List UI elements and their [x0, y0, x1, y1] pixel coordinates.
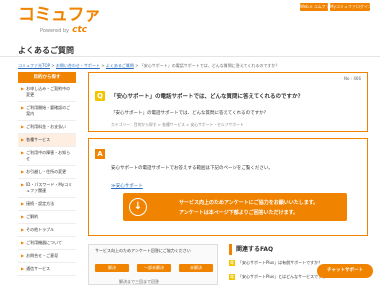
logo-ctc-text: ctc — [72, 25, 88, 35]
breadcrumb-current: 「安心サポート」の電話サポートでは、どんな質問に答えてくれるのですか？ — [139, 63, 280, 68]
header-divider — [0, 56, 380, 57]
sidebar-item[interactable]: ▶ ID・パスワード・Myコミュファ関連 — [18, 179, 76, 198]
site-header: コミュファ Powered by ctc Web.e コムファ Myコミュファロ… — [0, 0, 380, 36]
chevron-right-icon: ▶ — [21, 201, 25, 206]
sidebar-item-label: ご解約 — [26, 214, 39, 219]
chevron-right-icon: ▶ — [21, 150, 25, 155]
sidebar-item-label: 通信サービス — [26, 266, 51, 271]
logo-ctc: Powered by ctc — [40, 25, 110, 36]
survey-solved-button[interactable]: 解決 — [95, 264, 129, 272]
anshin-support-link[interactable]: ≫安心サポート — [111, 183, 143, 189]
sidebar-item[interactable]: ▶ ご利用料金・お支払い — [18, 121, 76, 134]
sidebar-item[interactable]: ▶ ご利用機器について — [18, 237, 76, 250]
chevron-right-icon: ▶ — [21, 105, 25, 110]
chevron-right-icon: ▶ — [21, 240, 25, 245]
chevron-right-icon: ▶ — [21, 182, 25, 187]
sidebar-item-label: ご利用機器について — [26, 240, 62, 245]
survey-note: 解決まで三回まで回答 — [119, 279, 159, 284]
sidebar-item[interactable]: ▶ 接続・設定方法 — [18, 198, 76, 211]
sidebar-item[interactable]: ▶ ご利用開始・要確認のご案内 — [18, 102, 76, 121]
sidebar-item-label: ご利用開始・要確認のご案内 — [26, 105, 71, 116]
sidebar-item-label: 接続・設定方法 — [26, 201, 55, 206]
arrow-down-icon: ↓ — [129, 198, 147, 216]
answer-icon: A — [95, 149, 105, 159]
question-icon: Q — [95, 91, 105, 101]
sidebar-item-label: お引越し・住所の変更 — [26, 169, 67, 174]
chevron-right-icon: ▶ — [21, 169, 25, 174]
question-text: 「安心サポート」の電話サポートでは、どんな質問に答えてくれるのですか？ — [111, 111, 269, 116]
question-box: Q No : 466 「安心サポート」の電話サポートでは、どんな質問に答えてくれ… — [88, 72, 368, 132]
chat-support-button[interactable]: チャットサポート — [317, 264, 373, 278]
question-icon: Q — [229, 260, 235, 266]
sidebar-item[interactable]: ▶ その他トラブル — [18, 224, 76, 237]
sidebar-item[interactable]: ▶ お問合せ・ご意見 — [18, 250, 76, 263]
question-number: No : 466 — [344, 76, 361, 81]
chevron-right-icon: ▶ — [21, 214, 25, 219]
chevron-right-icon: ▶ — [21, 137, 25, 142]
sidebar-item-active[interactable]: ▶ 各種サービス — [18, 134, 76, 147]
answer-text: 安心サポートの電話サポートでお答えする範囲は下記のページをご覧ください。 — [111, 166, 273, 171]
question-title: 「安心サポート」の電話サポートでは、どんな質問に答えてくれるのですか？ — [111, 94, 304, 100]
sidebar-item-label: ID・パスワード・Myコミュファ関連 — [26, 182, 73, 193]
page-title: よくあるご質問 — [18, 46, 74, 55]
answer-box: A 安心サポートの電話サポートでお答えする範囲は下記のページをご覧ください。 ≫… — [88, 138, 368, 236]
logo-powered-text: Powered by — [40, 28, 69, 34]
chevron-right-icon: ▶ — [21, 253, 25, 258]
related-faq-label: 「安心サポートPlus」は有償サポートですか？ — [238, 260, 323, 265]
sidebar-item-label: 各種サービス — [26, 137, 51, 142]
sidebar-item-label: ご利用中の障害・お知らせ — [26, 150, 71, 161]
related-faq-heading: 関連するFAQ — [229, 244, 368, 255]
web-e-button[interactable]: Web.e コムファ — [300, 3, 330, 11]
my-commufa-login-button[interactable]: Myコミュファログイン — [330, 3, 372, 11]
sidebar-heading: 目的から探す — [18, 72, 76, 83]
breadcrumb-faq[interactable]: よくあるご質問 — [106, 63, 134, 68]
commufa-logo[interactable]: コミュファ Powered by ctc — [18, 5, 101, 35]
page-root: { "header": { "logo_main": "コミュファ", "log… — [0, 0, 380, 285]
banner-line-2: アンケートは本ページ下部よりご回答いただけます。 — [179, 210, 299, 216]
question-icon: Q — [229, 274, 235, 280]
sidebar-item[interactable]: ▶ お申し込み・ご契約中の変更 — [18, 83, 76, 102]
logo-main-text: コミュファ — [18, 5, 101, 25]
chevron-right-icon: ▶ — [21, 124, 25, 129]
survey-unsolved-button[interactable]: 未解決 — [179, 264, 213, 272]
sidebar-item[interactable]: ▶ 通信サービス — [18, 263, 76, 276]
survey-panel: サービス向上のためアンケート回答にご協力ください 解決 一部未解決 未解決 解決… — [88, 244, 218, 285]
survey-banner[interactable]: ↓ サービス向上のためアンケートにご協力をお願いいたします。 アンケートは本ペー… — [123, 193, 347, 221]
question-category: カテゴリー：目的から探す > 各種サービス > 安心サポート・セルフサポート — [111, 122, 244, 127]
sidebar-item[interactable]: ▶ ご解約 — [18, 211, 76, 224]
sidebar-item-label: お問合せ・ご意見 — [26, 253, 59, 258]
sidebar-item-label: その他トラブル — [26, 227, 55, 232]
banner-line-1: サービス向上のためアンケートにご協力をお願いいたします。 — [179, 200, 319, 206]
sidebar-item-label: お申し込み・ご契約中の変更 — [26, 86, 71, 97]
related-faq-label: 「安心サポートPlus」とはどんなサービスですか？ — [238, 274, 331, 279]
sidebar-item[interactable]: ▶ ご利用中の障害・お知らせ — [18, 147, 76, 166]
sidebar-item-label: ご利用料金・お支払い — [26, 124, 67, 129]
chevron-right-icon: ▶ — [21, 227, 25, 232]
sidebar-item[interactable]: ▶ お引越し・住所の変更 — [18, 166, 76, 179]
survey-partly-button[interactable]: 一部未解決 — [137, 264, 171, 272]
survey-question: サービス向上のためアンケート回答にご協力ください — [95, 248, 191, 253]
breadcrumb: コミュファ光TOP > お問い合わせ・サポート > よくあるご質問 > 「安心サ… — [18, 63, 279, 69]
chevron-right-icon: ▶ — [21, 266, 25, 271]
chevron-right-icon: ▶ — [21, 86, 25, 91]
sidebar: 目的から探す ▶ お申し込み・ご契約中の変更 ▶ ご利用開始・要確認のご案内 ▶ ご利… — [18, 72, 76, 285]
breadcrumb-top[interactable]: コミュファ光TOP — [18, 63, 50, 68]
breadcrumb-support[interactable]: お問い合わせ・サポート — [56, 63, 100, 68]
